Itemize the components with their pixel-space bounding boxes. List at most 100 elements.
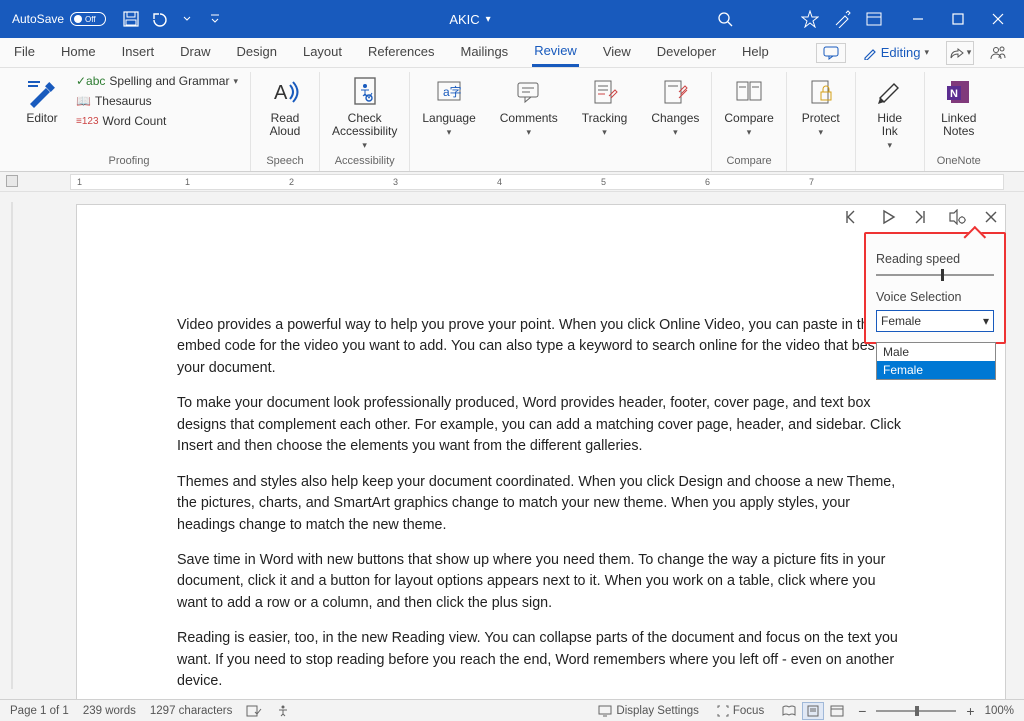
document-title[interactable]: AKIC ▾ [226,12,714,27]
ribbon-tabs: File Home Insert Draw Design Layout Refe… [0,38,1024,68]
close-read-aloud-button[interactable] [980,206,1002,228]
accessibility-status-icon[interactable] [276,704,290,718]
tab-developer[interactable]: Developer [655,40,718,65]
paragraph[interactable]: Reading is easier, too, in the new Readi… [177,628,905,692]
group-accessibility: Check Accessibility ▾ Accessibility [320,72,410,171]
zoom-in-button[interactable]: + [966,703,974,719]
paragraph[interactable]: Video provides a powerful way to help yo… [177,315,905,379]
tab-view[interactable]: View [601,40,633,65]
window-controls [898,0,1018,38]
play-button[interactable] [878,206,900,228]
search-icon[interactable] [714,8,736,30]
ribbon-display-icon[interactable] [860,5,888,33]
voice-select[interactable]: Female ▾ [876,310,994,332]
language-icon: a字 [435,74,463,110]
next-button[interactable] [912,206,934,228]
zoom-level[interactable]: 100% [985,705,1014,717]
read-mode-button[interactable] [778,702,800,720]
coming-soon-icon[interactable] [828,5,856,33]
compare-button[interactable]: Compare ▾ [720,72,777,140]
tracking-button[interactable]: Tracking ▾ [578,72,632,140]
focus-button[interactable]: Focus [713,705,768,717]
chevron-down-icon: ▾ [983,314,989,328]
premium-icon[interactable] [796,5,824,33]
autosave-label: AutoSave [12,12,64,26]
close-button[interactable] [978,0,1018,38]
char-count-status[interactable]: 1297 characters [150,705,232,717]
tab-insert[interactable]: Insert [120,40,157,65]
minimize-button[interactable] [898,0,938,38]
paragraph[interactable]: Save time in Word with new buttons that … [177,550,905,614]
svg-text:N: N [950,88,958,100]
vertical-ruler[interactable] [0,192,24,699]
linked-notes-button[interactable]: N Linked Notes [933,72,985,140]
spell-check-status-icon[interactable] [246,704,262,718]
voice-option-female[interactable]: Female [877,361,995,379]
protect-button[interactable]: Protect ▾ [795,72,847,140]
display-settings-button[interactable]: Display Settings [594,705,702,717]
group-changes: Changes ▾ [639,72,712,171]
autosave-switch[interactable]: Off [70,12,106,26]
tab-home[interactable]: Home [59,40,98,65]
comments-ribbon-button[interactable]: Comments ▾ [496,72,562,140]
voice-select-dropdown: Male Female [876,342,996,380]
group-tracking: Tracking ▾ [570,72,640,171]
tab-help[interactable]: Help [740,40,771,65]
changes-button[interactable]: Changes ▾ [647,72,703,140]
editor-button[interactable]: Editor [16,72,68,127]
group-proofing: Editor ✓abcSpelling and Grammar▾ 📖Thesau… [8,72,251,171]
settings-button[interactable] [946,206,968,228]
check-accessibility-button[interactable]: Check Accessibility ▾ [328,72,401,153]
undo-icon[interactable] [148,8,170,30]
tab-references[interactable]: References [366,40,436,65]
paragraph[interactable]: To make your document look professionall… [177,393,905,457]
save-icon[interactable] [120,8,142,30]
svg-text:A: A [274,82,288,104]
accessibility-icon [351,74,379,110]
print-layout-button[interactable] [802,702,824,720]
qat-customize-icon[interactable] [204,8,226,30]
tracking-icon [591,74,619,110]
tab-review[interactable]: Review [532,39,579,67]
tab-file[interactable]: File [12,40,37,65]
undo-dropdown-icon[interactable] [176,8,198,30]
editor-icon [26,74,58,110]
reading-speed-slider[interactable] [876,274,994,276]
group-ink: Hide Ink ▾ [856,72,925,171]
onenote-icon: N [945,74,973,110]
zoom-slider[interactable] [876,710,956,712]
horizontal-ruler[interactable]: 1 1 2 3 4 5 6 7 [0,172,1024,192]
tab-layout[interactable]: Layout [301,40,344,65]
thesaurus-button[interactable]: 📖Thesaurus [72,92,242,110]
share-button[interactable]: ▾ [946,41,974,65]
comments-button[interactable] [816,43,846,63]
page-count[interactable]: Page 1 of 1 [10,705,69,717]
hide-ink-button[interactable]: Hide Ink ▾ [864,72,916,153]
autosave-toggle[interactable]: AutoSave Off [6,12,112,26]
spelling-button[interactable]: ✓abcSpelling and Grammar▾ [72,72,242,90]
tab-mailings[interactable]: Mailings [459,40,511,65]
web-layout-button[interactable] [826,702,848,720]
word-count-status[interactable]: 239 words [83,705,136,717]
paragraph[interactable]: Themes and styles also help keep your do… [177,472,905,536]
zoom-out-button[interactable]: − [858,703,866,719]
group-onenote: N Linked Notes OneNote [925,72,993,171]
language-button[interactable]: a字 Language ▾ [418,72,479,140]
tab-draw[interactable]: Draw [178,40,212,65]
pencil-icon [863,46,877,60]
read-aloud-icon: A [270,74,300,110]
protect-icon [807,74,835,110]
tab-design[interactable]: Design [235,40,279,65]
voice-option-male[interactable]: Male [877,343,995,361]
account-icon[interactable] [984,41,1012,65]
read-aloud-button[interactable]: A Read Aloud [259,72,311,140]
previous-button[interactable] [844,206,866,228]
word-count-button[interactable]: ≡123Word Count [72,112,242,130]
group-language: a字 Language ▾ [410,72,487,171]
tab-selector[interactable] [6,175,18,187]
editing-mode-button[interactable]: Editing ▾ [856,42,936,63]
maximize-button[interactable] [938,0,978,38]
svg-text:a字: a字 [443,84,462,99]
comments-icon [515,74,543,110]
title-bar: AutoSave Off AKIC ▾ [0,0,1024,38]
